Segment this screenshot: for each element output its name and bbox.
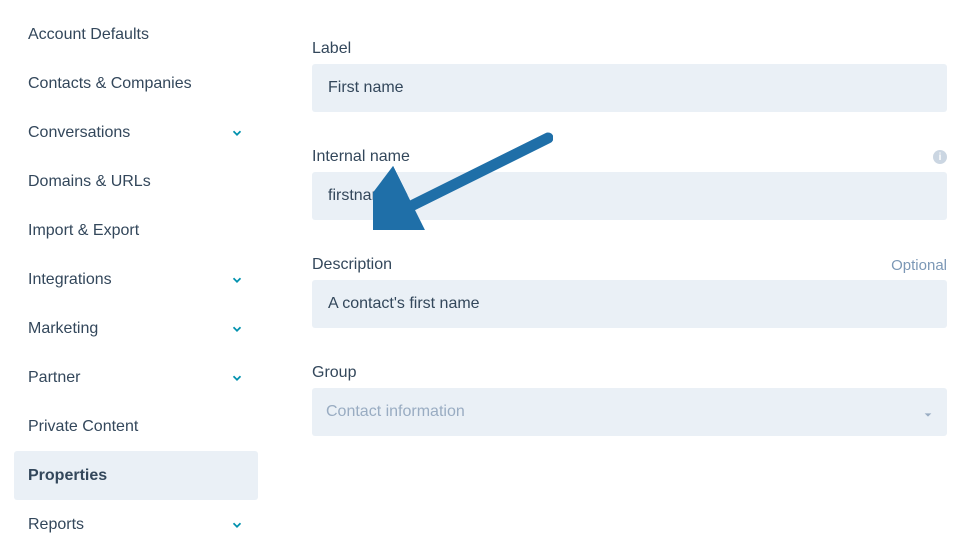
- description-input[interactable]: [326, 294, 933, 314]
- sidebar-item-conversations[interactable]: Conversations: [14, 108, 258, 157]
- group-select[interactable]: Contact information: [312, 388, 947, 436]
- sidebar-item-label: Reports: [28, 516, 84, 534]
- description-input-wrapper[interactable]: [312, 280, 947, 328]
- description-field-block: Description Optional: [312, 256, 947, 328]
- chevron-down-icon: [230, 273, 244, 287]
- label-field-block: Label: [312, 40, 947, 112]
- chevron-down-icon: [230, 126, 244, 140]
- description-field-label: Description: [312, 256, 392, 274]
- sidebar-item-label: Integrations: [28, 271, 112, 289]
- sidebar-item-label: Partner: [28, 369, 80, 387]
- caret-down-icon: [923, 407, 933, 417]
- internal-name-input[interactable]: [326, 186, 933, 206]
- optional-label: Optional: [891, 257, 947, 274]
- group-field-block: Group Contact information: [312, 364, 947, 436]
- chevron-down-icon: [230, 518, 244, 532]
- label-input-wrapper[interactable]: [312, 64, 947, 112]
- sidebar-item-label: Properties: [28, 467, 107, 485]
- sidebar-item-label: Private Content: [28, 418, 138, 436]
- sidebar-item-marketing[interactable]: Marketing: [14, 304, 258, 353]
- internal-name-field-block: Internal name i: [312, 148, 947, 220]
- info-icon[interactable]: i: [933, 150, 947, 164]
- sidebar-item-import-export[interactable]: Import & Export: [14, 206, 258, 255]
- sidebar-item-label: Import & Export: [28, 222, 139, 240]
- property-form: Label Internal name i Description Option…: [268, 0, 971, 554]
- sidebar-item-label: Domains & URLs: [28, 173, 151, 191]
- group-field-label: Group: [312, 364, 356, 382]
- sidebar-item-properties[interactable]: Properties: [14, 451, 258, 500]
- sidebar-item-reports[interactable]: Reports: [14, 500, 258, 549]
- sidebar-item-integrations[interactable]: Integrations: [14, 255, 258, 304]
- group-select-value: Contact information: [326, 403, 465, 421]
- label-field-label: Label: [312, 40, 351, 58]
- sidebar-item-contacts-companies[interactable]: Contacts & Companies: [14, 59, 258, 108]
- sidebar-item-domains-urls[interactable]: Domains & URLs: [14, 157, 258, 206]
- internal-name-input-wrapper[interactable]: [312, 172, 947, 220]
- sidebar-item-label: Account Defaults: [28, 26, 149, 44]
- chevron-down-icon: [230, 371, 244, 385]
- chevron-down-icon: [230, 322, 244, 336]
- sidebar-item-label: Contacts & Companies: [28, 75, 192, 93]
- sidebar-item-partner[interactable]: Partner: [14, 353, 258, 402]
- sidebar-item-private-content[interactable]: Private Content: [14, 402, 258, 451]
- settings-sidebar: Account Defaults Contacts & Companies Co…: [0, 0, 268, 554]
- sidebar-item-label: Conversations: [28, 124, 130, 142]
- sidebar-item-label: Marketing: [28, 320, 98, 338]
- sidebar-item-account-defaults[interactable]: Account Defaults: [14, 10, 258, 59]
- label-input[interactable]: [326, 78, 933, 98]
- internal-name-field-label: Internal name: [312, 148, 410, 166]
